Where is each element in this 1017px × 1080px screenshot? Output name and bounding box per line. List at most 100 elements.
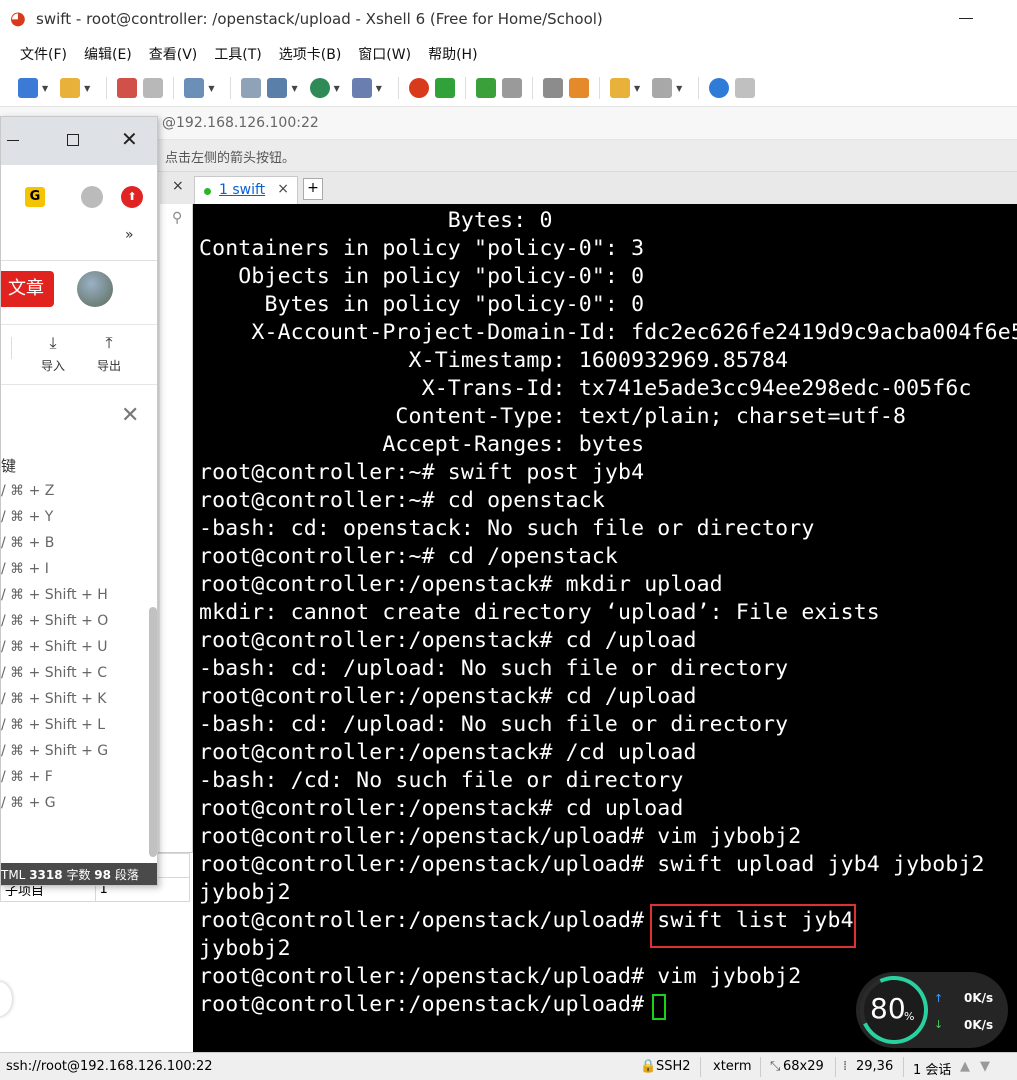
- font-dropdown-icon[interactable]: ▼: [376, 84, 382, 93]
- terminal-line: root@controller:/openstack/upload# swift…: [199, 908, 854, 933]
- grammarly-extension-icon[interactable]: G: [25, 187, 45, 207]
- resize-icon: ⤡: [770, 1059, 781, 1074]
- help-icon[interactable]: [709, 78, 730, 98]
- connect-icon[interactable]: [117, 78, 138, 98]
- find-icon[interactable]: [241, 78, 262, 98]
- menu-window[interactable]: 窗口(W): [358, 44, 411, 64]
- browser-minimize-button[interactable]: [7, 140, 19, 141]
- upload-arrow-icon: ↑: [934, 992, 944, 1005]
- editor-status-bar: TML 3318 字数 98 段落: [1, 863, 157, 885]
- export-button[interactable]: ⤒ 导出: [89, 333, 129, 374]
- status-connection: ssh://root@192.168.126.100:22: [6, 1059, 213, 1074]
- import-button[interactable]: ⤓ 导入: [33, 333, 73, 374]
- terminal-line: Bytes in policy "policy-0": 0: [199, 292, 645, 317]
- toolbar-separator: [464, 77, 466, 99]
- close-tab-icon[interactable]: ×: [277, 181, 289, 197]
- terminal-line: X-Timestamp: 1600932969.85784: [199, 348, 789, 373]
- new-session-icon[interactable]: [18, 78, 38, 98]
- export-label: 导出: [96, 359, 121, 373]
- layout-dropdown-icon[interactable]: ▼: [291, 84, 297, 93]
- scroll-down-icon[interactable]: ▼: [980, 1059, 990, 1074]
- close-shortcuts-icon[interactable]: ✕: [121, 403, 139, 428]
- toolbar: ▼ ▼ ▼ ▼ ▼ ▼ ▼ ▼: [0, 70, 1017, 106]
- scroll-up-icon[interactable]: ▲: [960, 1059, 970, 1074]
- menu-help[interactable]: 帮助(H): [428, 44, 477, 64]
- add-dropdown-icon[interactable]: ▼: [634, 84, 640, 93]
- upload-extension-icon[interactable]: ⬆: [121, 186, 143, 208]
- toolbar-separator: [173, 77, 175, 99]
- status-separator: [700, 1057, 701, 1077]
- browser-window[interactable]: ✕ G ⬆ » 文章 ⤓ 导入 ⤒ 导出 ✕ 键 / ⌘ + Z / ⌘ + Y /…: [0, 116, 158, 886]
- properties-icon[interactable]: [184, 78, 205, 98]
- open-dropdown-icon[interactable]: ▼: [84, 84, 90, 93]
- address-text: @192.168.126.100:22: [162, 115, 319, 131]
- usage-percent: 80: [870, 992, 906, 1025]
- highlight-icon[interactable]: [568, 78, 589, 98]
- terminal-line: jybobj2: [199, 880, 291, 905]
- more-chevron-icon[interactable]: »: [125, 227, 134, 243]
- xftp-icon[interactable]: [434, 78, 455, 98]
- connected-status-icon: [204, 188, 211, 195]
- shortcut-item: / ⌘ + Shift + K: [1, 691, 107, 707]
- shortcut-item: / ⌘ + Shift + U: [1, 639, 108, 655]
- chat-icon[interactable]: [735, 78, 756, 98]
- status-format: TML: [1, 868, 26, 882]
- scrollbar-thumb[interactable]: [149, 607, 157, 857]
- font-icon[interactable]: [351, 78, 372, 98]
- shortcut-item: / ⌘ + F: [1, 769, 53, 785]
- minimize-button[interactable]: [957, 8, 977, 28]
- profile-icon[interactable]: [81, 186, 103, 208]
- title-bar: ◕ swift - root@controller: /openstack/up…: [0, 0, 1017, 38]
- shortcut-item: / ⌘ + Shift + C: [1, 665, 108, 681]
- open-folder-icon[interactable]: [60, 78, 81, 98]
- terminal-line: root@controller:/openstack# /cd upload: [199, 740, 697, 765]
- menu-tabs[interactable]: 选项卡(B): [279, 44, 342, 64]
- xshell-window: ◕ swift - root@controller: /openstack/up…: [0, 0, 1017, 1080]
- menu-view[interactable]: 查看(V): [149, 44, 198, 64]
- terminal-line: jybobj2: [199, 936, 291, 961]
- toolbar-separator: [106, 77, 108, 99]
- terminal-line: root@controller:/openstack/upload# vim j…: [199, 824, 802, 849]
- browser-close-button[interactable]: ✕: [121, 127, 138, 151]
- menu-tools[interactable]: 工具(T): [214, 44, 261, 64]
- export-icon: ⤒: [105, 333, 113, 352]
- menu-edit[interactable]: 编辑(E): [84, 44, 132, 64]
- lock-icon[interactable]: [501, 78, 522, 98]
- status-sessions: 1 会话: [913, 1063, 952, 1078]
- toolbar-separator: [531, 77, 533, 99]
- import-label: 导入: [40, 359, 65, 373]
- avatar[interactable]: [77, 271, 113, 307]
- globe-dropdown-icon[interactable]: ▼: [334, 84, 340, 93]
- status-bar: ssh://root@192.168.126.100:22 🔒 SSH2 xte…: [0, 1052, 1017, 1080]
- globe-icon[interactable]: [309, 78, 330, 98]
- tab-swift[interactable]: 1 swift ×: [194, 176, 298, 204]
- new-session-dropdown-icon[interactable]: ▼: [42, 84, 48, 93]
- shortcut-item: / ⌘ + B: [1, 535, 55, 551]
- tile-dropdown-icon[interactable]: ▼: [676, 84, 682, 93]
- properties-dropdown-icon[interactable]: ▼: [208, 84, 214, 93]
- status-terminal-type: xterm: [713, 1059, 752, 1074]
- terminal-line: root@controller:~# swift post jyb4: [199, 460, 645, 485]
- char-unit: 字数: [66, 868, 91, 882]
- terminal-line: -bash: cd: /upload: No such file or dire…: [199, 712, 789, 737]
- shortcut-item: / ⌘ + Shift + L: [1, 717, 106, 733]
- new-tab-button[interactable]: +: [303, 178, 323, 200]
- xshell-icon[interactable]: [408, 78, 429, 98]
- terminal[interactable]: Bytes: 0 Containers in policy "policy-0":…: [193, 204, 1017, 1052]
- layout-icon[interactable]: [267, 78, 288, 98]
- search-icon[interactable]: ⚲: [172, 210, 182, 226]
- add-folder-icon[interactable]: [609, 78, 630, 98]
- close-pane-icon[interactable]: ×: [172, 178, 184, 194]
- status-separator: [760, 1057, 761, 1077]
- keyboard-icon[interactable]: [542, 78, 563, 98]
- toolbar-separator: [397, 77, 399, 99]
- browser-maximize-button[interactable]: [67, 134, 79, 146]
- terminal-line: Objects in policy "policy-0": 0: [199, 264, 645, 289]
- tile-icon[interactable]: [652, 78, 673, 98]
- shortcut-item: / ⌘ + I: [1, 561, 49, 577]
- network-monitor-widget[interactable]: 80 % ↑ 0K/s ↓ 0K/s: [850, 966, 1008, 1054]
- menu-file[interactable]: 文件(F): [20, 44, 67, 64]
- disconnect-icon[interactable]: [143, 78, 164, 98]
- publish-article-button[interactable]: 文章: [1, 271, 54, 307]
- fullscreen-icon[interactable]: [475, 78, 496, 98]
